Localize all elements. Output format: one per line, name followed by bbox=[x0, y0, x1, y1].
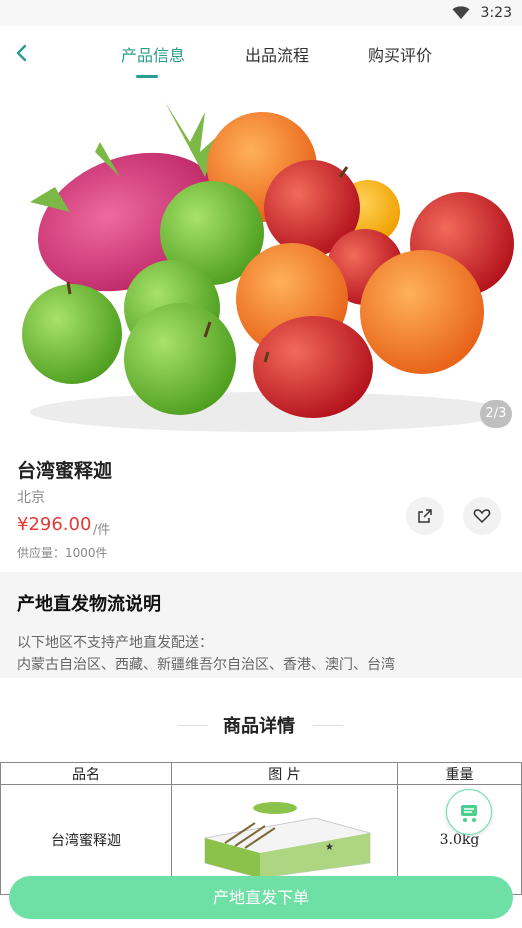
cart-button[interactable] bbox=[446, 789, 492, 835]
product-price: ¥296.00 bbox=[17, 514, 92, 535]
share-button[interactable] bbox=[406, 497, 444, 535]
fruit-photo bbox=[22, 102, 514, 432]
status-bar: 3:23 bbox=[0, 0, 522, 26]
heart-icon bbox=[473, 509, 491, 524]
details-title: 商品详情 bbox=[223, 716, 295, 737]
header-name: 品名 bbox=[0, 762, 172, 785]
tab-purchase-reviews[interactable]: 购买评价 bbox=[368, 42, 432, 66]
product-origin: 北京 bbox=[17, 490, 45, 506]
divider-right bbox=[313, 725, 343, 726]
status-time: 3:23 bbox=[480, 5, 512, 21]
direct-order-button[interactable]: 产地直发下单 bbox=[9, 876, 513, 919]
logistics-title: 产地直发物流说明 bbox=[17, 594, 161, 615]
logistics-line-1: 以下地区不支持产地直发配送： bbox=[17, 635, 213, 651]
active-tab-indicator bbox=[136, 75, 158, 78]
product-name: 台湾蜜释迦 bbox=[17, 460, 113, 482]
image-pager: 2/3 bbox=[480, 400, 512, 428]
header-image: 图 片 bbox=[171, 762, 398, 785]
header-weight: 重量 bbox=[397, 762, 522, 785]
top-nav: 产品信息 出品流程 购买评价 bbox=[0, 26, 522, 82]
share-icon bbox=[418, 509, 432, 523]
product-image-carousel[interactable]: 2/3 bbox=[0, 82, 522, 444]
back-icon[interactable] bbox=[12, 40, 32, 66]
cart-icon bbox=[461, 805, 477, 822]
divider-left bbox=[178, 725, 208, 726]
table-header-row: 品名 图 片 重量 bbox=[0, 762, 522, 785]
product-supply: 供应量：1000件 bbox=[17, 546, 108, 560]
logistics-line-2: 内蒙古自治区、西藏、新疆维吾尔自治区、香港、澳门、台湾 bbox=[17, 657, 395, 673]
tab-product-info[interactable]: 产品信息 bbox=[121, 42, 185, 66]
product-info-section: 台湾蜜释迦 北京 ¥296.00 /件 供应量：1000件 bbox=[0, 444, 522, 572]
details-header: 商品详情 bbox=[0, 700, 522, 750]
favorite-button[interactable] bbox=[463, 497, 501, 535]
logistics-notice: 产地直发物流说明 以下地区不支持产地直发配送： 内蒙古自治区、西藏、新疆维吾尔自… bbox=[0, 572, 522, 678]
wifi-icon bbox=[452, 6, 470, 19]
svg-text:★: ★ bbox=[325, 842, 334, 853]
product-box-image: ★ bbox=[204, 801, 370, 879]
tab-production-process[interactable]: 出品流程 bbox=[245, 42, 309, 66]
price-unit: /件 bbox=[93, 523, 111, 538]
